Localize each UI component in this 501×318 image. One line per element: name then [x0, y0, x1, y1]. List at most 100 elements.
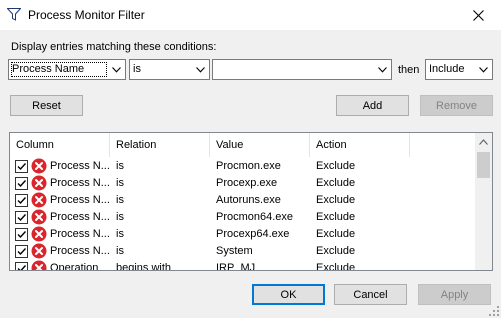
vertical-scrollbar[interactable]: [475, 133, 492, 270]
table-row[interactable]: Operation begins with IRP_MJ_ Exclude: [10, 260, 476, 271]
cell-relation: is: [116, 228, 124, 240]
list-header: Column Relation Value Action: [10, 133, 476, 157]
close-icon: [473, 9, 484, 21]
cell-action: Exclude: [316, 245, 356, 257]
filter-list[interactable]: Column Relation Value Action Process N..…: [9, 132, 493, 271]
header-value[interactable]: Value: [210, 133, 310, 157]
cell-value: Procexp64.exe: [216, 228, 290, 240]
column-select-value: Process Name: [12, 63, 85, 75]
header-relation-label: Relation: [116, 139, 157, 151]
checkmark-icon: [17, 180, 27, 188]
cell-action: Exclude: [316, 194, 356, 206]
cell-value: Procmon.exe: [216, 160, 281, 172]
relation-select[interactable]: is: [129, 59, 210, 80]
row-checkbox[interactable]: [15, 262, 28, 270]
row-checkbox[interactable]: [15, 160, 28, 173]
red-x-icon: [31, 209, 47, 225]
header-action-label: Action: [316, 139, 347, 151]
checkmark-icon: [17, 265, 27, 270]
cell-column: Process N...: [50, 194, 110, 206]
cell-column: Process N...: [50, 160, 110, 172]
checkmark-icon: [17, 197, 27, 205]
chevron-down-icon: [192, 60, 209, 79]
header-value-label: Value: [216, 139, 244, 151]
relation-select-value: is: [133, 63, 141, 75]
cell-relation: is: [116, 194, 124, 206]
add-button[interactable]: Add: [336, 95, 409, 116]
table-row[interactable]: Process N... is System Exclude: [10, 243, 476, 260]
chevron-down-icon: [374, 60, 391, 79]
chevron-down-icon: [108, 60, 125, 79]
table-row[interactable]: Process N... is Procmon.exe Exclude: [10, 158, 476, 175]
cell-action: Exclude: [316, 177, 356, 189]
row-checkbox[interactable]: [15, 228, 28, 241]
cell-relation: is: [116, 160, 124, 172]
checkmark-icon: [17, 248, 27, 256]
resize-grip-icon[interactable]: [489, 306, 499, 316]
cell-relation: is: [116, 177, 124, 189]
red-x-icon: [31, 260, 47, 270]
cancel-button[interactable]: Cancel: [334, 284, 407, 305]
ok-button-label: OK: [280, 288, 297, 301]
apply-button-label: Apply: [440, 288, 469, 301]
checkmark-icon: [17, 231, 27, 239]
header-column-label: Column: [16, 139, 54, 151]
remove-button-label: Remove: [436, 99, 477, 112]
cell-value: Autoruns.exe: [216, 194, 281, 206]
table-row[interactable]: Process N... is Procexp64.exe Exclude: [10, 226, 476, 243]
add-button-label: Add: [362, 99, 383, 112]
checkmark-icon: [17, 214, 27, 222]
cell-relation: begins with: [116, 262, 172, 271]
reset-button[interactable]: Reset: [10, 95, 83, 116]
scrollbar-thumb[interactable]: [477, 152, 490, 178]
reset-button-label: Reset: [32, 99, 61, 112]
cell-relation: is: [116, 245, 124, 257]
close-button[interactable]: [456, 0, 501, 30]
title-bar: Process Monitor Filter: [0, 0, 501, 30]
cell-column: Process N...: [50, 211, 110, 223]
cell-action: Exclude: [316, 160, 356, 172]
row-checkbox[interactable]: [15, 245, 28, 258]
table-row[interactable]: Process N... is Autoruns.exe Exclude: [10, 192, 476, 209]
then-label: then: [398, 64, 420, 76]
checkmark-icon: [17, 163, 27, 171]
apply-button[interactable]: Apply: [418, 284, 491, 305]
row-checkbox[interactable]: [15, 177, 28, 190]
cell-column: Operation: [50, 262, 99, 271]
row-checkbox[interactable]: [15, 211, 28, 224]
action-select-value: Include: [429, 63, 465, 75]
red-x-icon: [31, 192, 47, 208]
cell-relation: is: [116, 211, 124, 223]
cell-action: Exclude: [316, 228, 356, 240]
row-checkbox[interactable]: [15, 194, 28, 207]
cell-value: Procmon64.exe: [216, 211, 294, 223]
red-x-icon: [31, 175, 47, 191]
cell-action: Exclude: [316, 211, 356, 223]
filter-app-icon: [7, 8, 21, 21]
value-input[interactable]: [212, 59, 392, 80]
red-x-icon: [31, 158, 47, 174]
red-x-icon: [31, 226, 47, 242]
cell-value: System: [216, 245, 253, 257]
window-title: Process Monitor Filter: [28, 8, 145, 22]
column-select[interactable]: Process Name: [8, 59, 126, 80]
header-relation[interactable]: Relation: [110, 133, 210, 157]
action-select[interactable]: Include: [425, 59, 493, 80]
red-x-icon: [31, 243, 47, 259]
conditions-label: Display entries matching these condition…: [11, 41, 217, 53]
remove-button[interactable]: Remove: [420, 95, 493, 116]
cell-column: Process N...: [50, 245, 110, 257]
dialog-body: Display entries matching these condition…: [0, 30, 501, 318]
scroll-up-button[interactable]: [475, 133, 492, 150]
table-row[interactable]: Process N... is Procexp.exe Exclude: [10, 175, 476, 192]
cancel-button-label: Cancel: [353, 288, 388, 301]
cell-value: IRP_MJ_: [216, 262, 262, 271]
header-column[interactable]: Column: [10, 133, 110, 157]
cell-column: Process N...: [50, 177, 110, 189]
ok-button[interactable]: OK: [252, 284, 325, 305]
header-action[interactable]: Action: [310, 133, 410, 157]
cell-action: Exclude: [316, 262, 356, 271]
scroll-up-arrow-icon: [479, 138, 488, 145]
table-row[interactable]: Process N... is Procmon64.exe Exclude: [10, 209, 476, 226]
cell-value: Procexp.exe: [216, 177, 278, 189]
